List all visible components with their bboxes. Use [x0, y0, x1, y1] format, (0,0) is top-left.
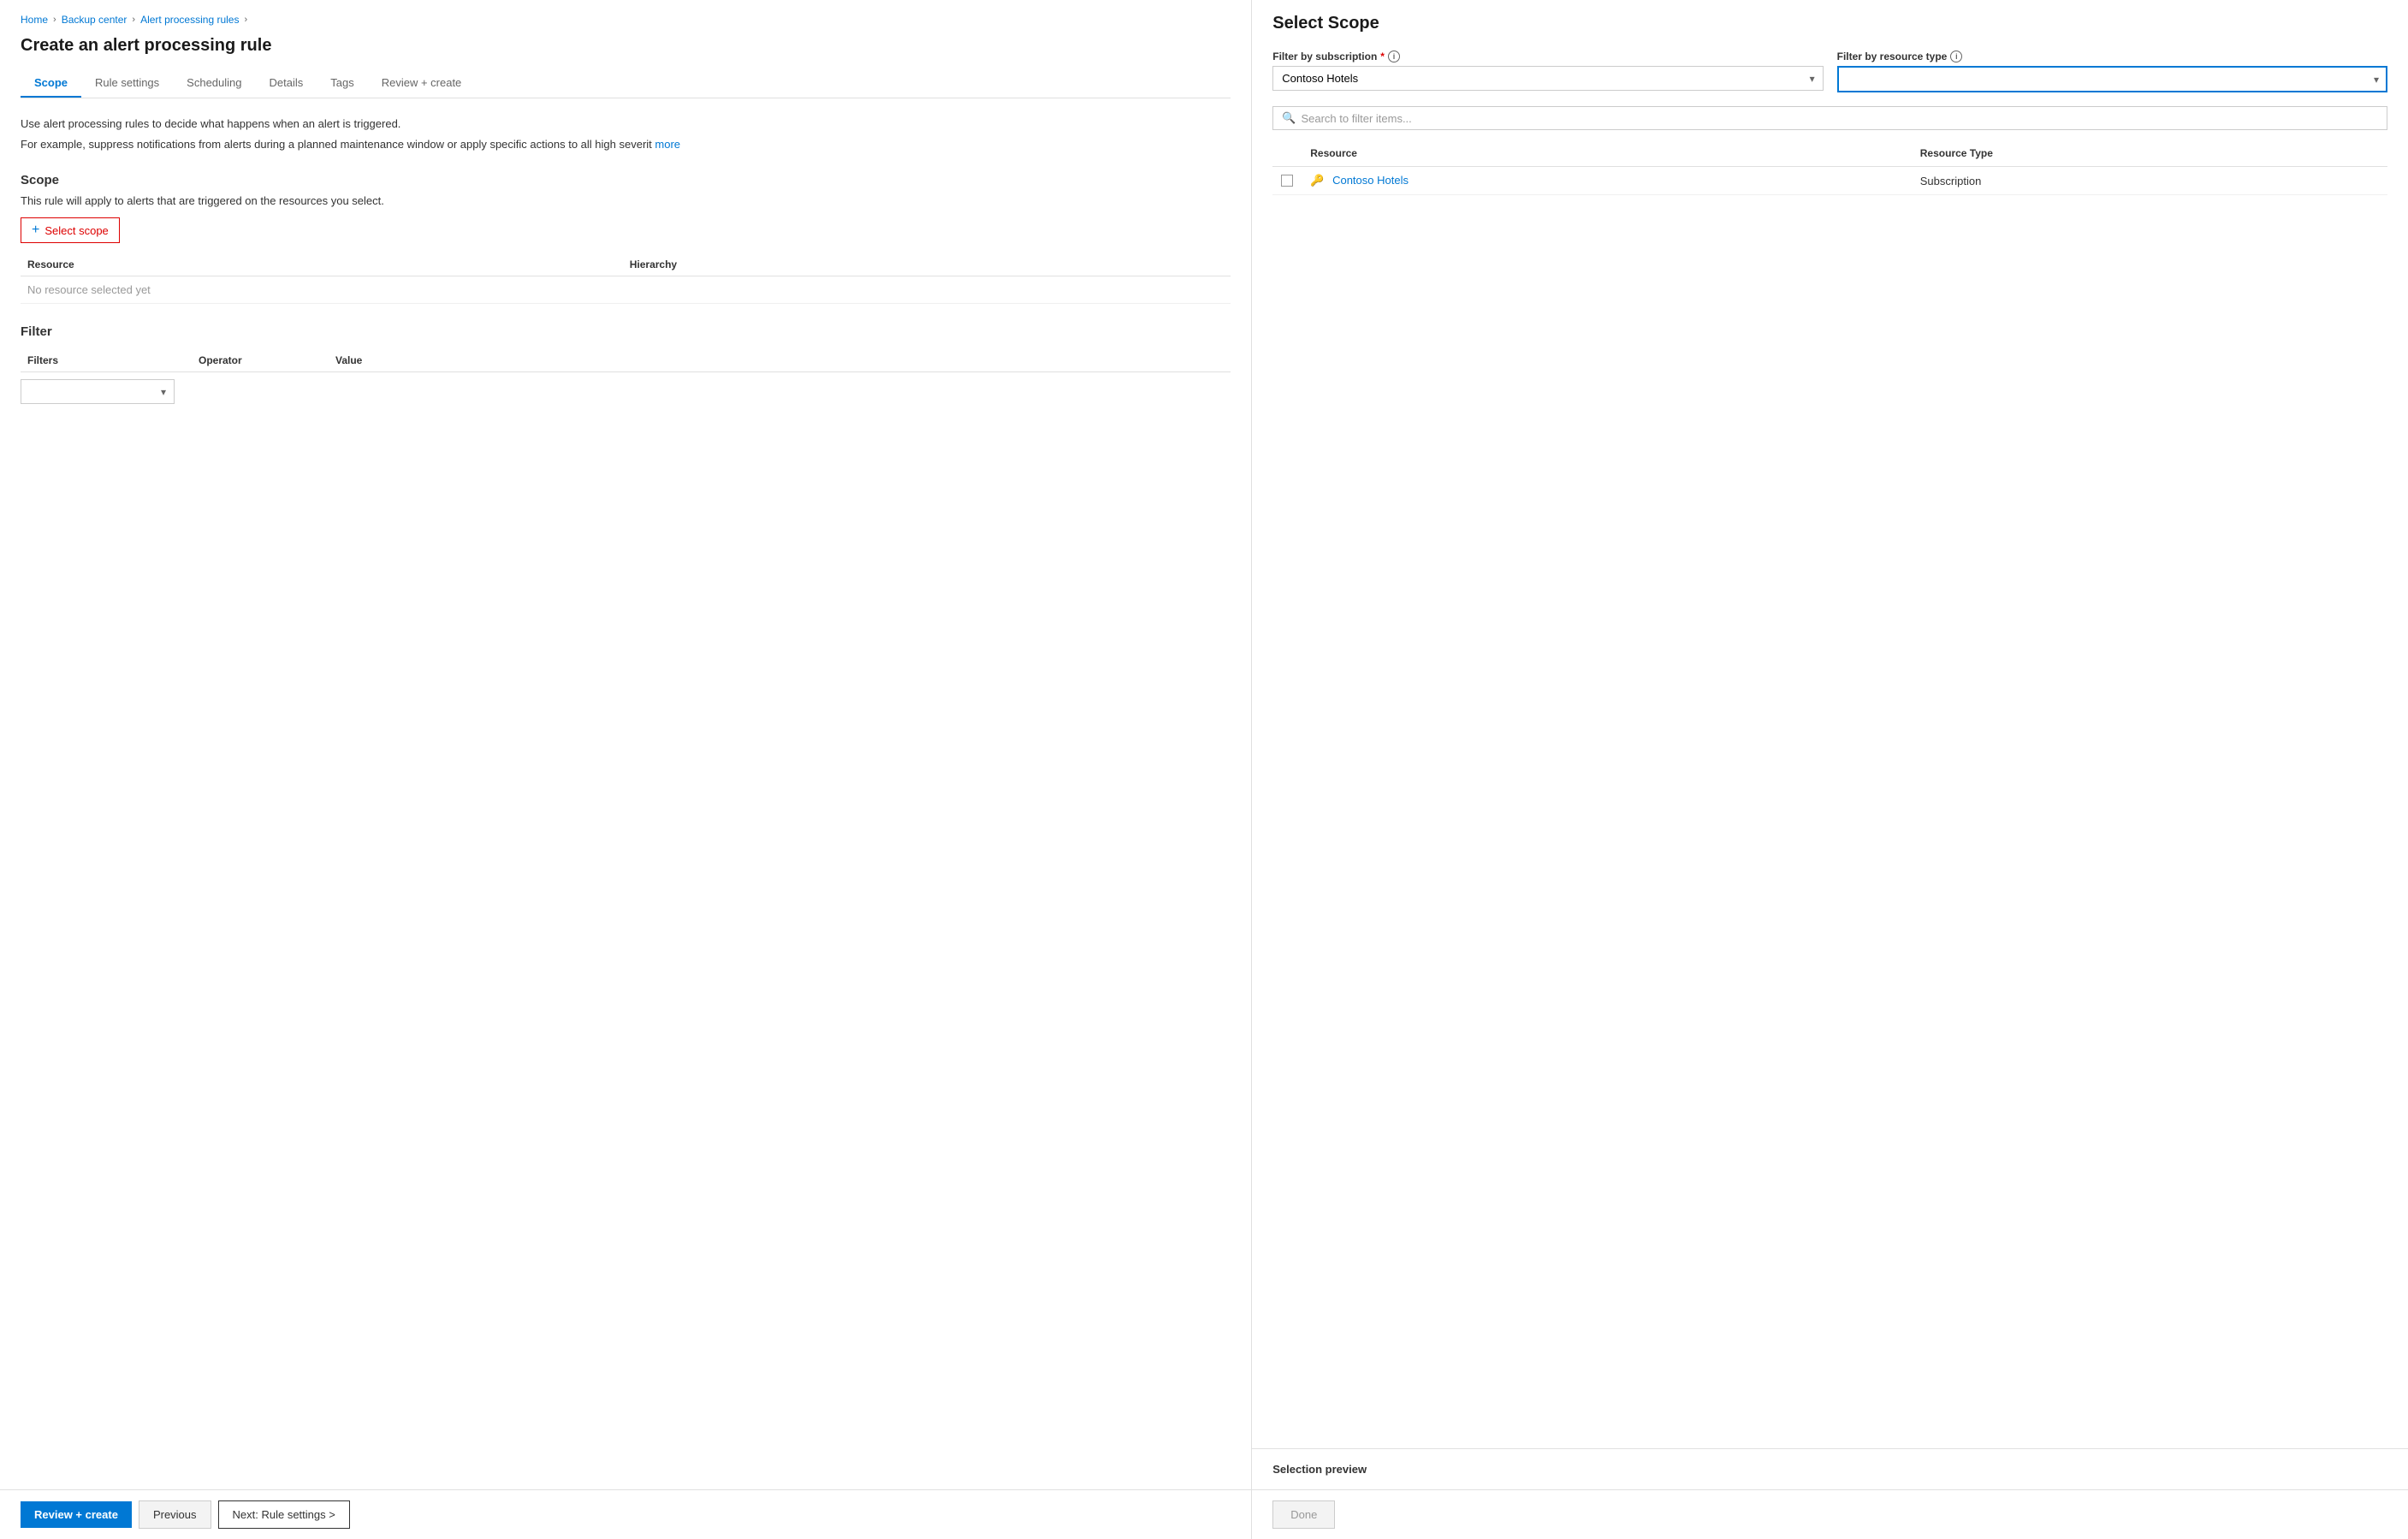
- hierarchy-col-header: Hierarchy: [623, 253, 1231, 276]
- select-scope-button[interactable]: + Select scope: [21, 217, 120, 243]
- resource-type-select[interactable]: [1837, 66, 2387, 92]
- resource-type-info-icon[interactable]: i: [1950, 51, 1962, 62]
- selection-preview: Selection preview: [1252, 1448, 2408, 1489]
- search-icon: 🔍: [1282, 111, 1296, 125]
- required-marker: *: [1380, 51, 1385, 62]
- filter-subscription-label-row: Filter by subscription * i: [1272, 51, 1823, 62]
- filter-row: ▾: [21, 372, 1231, 411]
- filter-headers: Filters Operator Value: [21, 349, 1231, 372]
- row-checkbox-cell: [1272, 167, 1302, 195]
- filter-resource-type-label-row: Filter by resource type i: [1837, 51, 2387, 62]
- filter-section-title: Filter: [21, 324, 1231, 339]
- plus-icon: +: [32, 223, 39, 238]
- scope-section: Scope This rule will apply to alerts tha…: [21, 173, 1231, 304]
- selection-preview-title: Selection preview: [1272, 1463, 1367, 1476]
- search-row: 🔍: [1272, 106, 2387, 130]
- done-button[interactable]: Done: [1272, 1500, 1335, 1529]
- value-col-header: Value: [329, 349, 1231, 372]
- filter-subscription-group: Filter by subscription * i Contoso Hotel…: [1272, 51, 1823, 92]
- scope-section-desc: This rule will apply to alerts that are …: [21, 194, 1231, 207]
- scope-section-title: Scope: [21, 173, 1231, 187]
- left-panel: Home › Backup center › Alert processing …: [0, 0, 1252, 1539]
- subscription-select[interactable]: Contoso Hotels: [1272, 66, 1823, 91]
- previous-button[interactable]: Previous: [139, 1500, 211, 1529]
- tab-scope[interactable]: Scope: [21, 69, 81, 98]
- search-input[interactable]: [1301, 112, 2378, 125]
- empty-row: No resource selected yet: [21, 276, 1231, 304]
- filters-select-wrap: ▾: [21, 379, 175, 404]
- resource-type-select-wrap: ▾: [1837, 66, 2387, 92]
- select-scope-label: Select scope: [44, 224, 108, 237]
- filter-subscription-label: Filter by subscription: [1272, 51, 1377, 62]
- subscription-info-icon[interactable]: i: [1388, 51, 1400, 62]
- filters-col-header: Filters: [21, 349, 192, 372]
- breadcrumb: Home › Backup center › Alert processing …: [21, 14, 1231, 26]
- breadcrumb-home[interactable]: Home: [21, 14, 48, 26]
- filters-select[interactable]: [21, 379, 175, 404]
- tab-review-create[interactable]: Review + create: [368, 69, 476, 98]
- breadcrumb-backup-center[interactable]: Backup center: [62, 14, 128, 26]
- scope-resource-table: Resource Hierarchy No resource selected …: [21, 253, 1231, 304]
- tab-details[interactable]: Details: [256, 69, 317, 98]
- page-title: Create an alert processing rule: [21, 36, 1231, 56]
- tabs-container: Scope Rule settings Scheduling Details T…: [21, 69, 1231, 98]
- subscription-icon: 🔑: [1310, 174, 1324, 187]
- row-checkbox[interactable]: [1281, 175, 1293, 187]
- resource-type-col-header: Resource Type: [1912, 140, 2387, 167]
- right-bottom-bar: Done: [1252, 1489, 2408, 1539]
- resource-col-header: Resource: [21, 253, 623, 276]
- row-resource-name: 🔑 Contoso Hotels: [1302, 167, 1912, 195]
- tab-tags[interactable]: Tags: [317, 69, 367, 98]
- description-line2: For example, suppress notifications from…: [21, 136, 1231, 153]
- right-panel: Select Scope Filter by subscription * i …: [1252, 0, 2408, 1539]
- operator-col-header: Operator: [192, 349, 329, 372]
- right-panel-title: Select Scope: [1272, 14, 2387, 33]
- filter-section: Filter Filters Operator Value ▾: [21, 324, 1231, 411]
- subscription-select-wrap: Contoso Hotels ▾: [1272, 66, 1823, 91]
- resource-name-link[interactable]: Contoso Hotels: [1332, 174, 1409, 187]
- resources-table: Resource Resource Type 🔑 Contoso Hotels: [1272, 140, 2387, 195]
- filter-resource-type-label: Filter by resource type: [1837, 51, 1948, 62]
- resource-col-header-right: Resource: [1302, 140, 1912, 167]
- breadcrumb-alert-rules[interactable]: Alert processing rules: [140, 14, 239, 26]
- row-resource-type: Subscription: [1912, 167, 2387, 195]
- more-link[interactable]: more: [655, 138, 680, 151]
- table-row: 🔑 Contoso Hotels Subscription: [1272, 167, 2387, 195]
- breadcrumb-sep-1: ›: [53, 15, 56, 25]
- empty-message: No resource selected yet: [21, 276, 1231, 304]
- breadcrumb-sep-2: ›: [132, 15, 135, 25]
- tab-scheduling[interactable]: Scheduling: [173, 69, 255, 98]
- tab-rule-settings[interactable]: Rule settings: [81, 69, 173, 98]
- review-create-button[interactable]: Review + create: [21, 1501, 132, 1528]
- next-button[interactable]: Next: Rule settings >: [218, 1500, 350, 1529]
- description-line1: Use alert processing rules to decide wha…: [21, 116, 1231, 133]
- left-bottom-bar: Review + create Previous Next: Rule sett…: [0, 1489, 1251, 1539]
- breadcrumb-sep-3: ›: [244, 15, 247, 25]
- filter-resource-type-group: Filter by resource type i ▾: [1837, 51, 2387, 92]
- right-filter-row: Filter by subscription * i Contoso Hotel…: [1272, 51, 2387, 92]
- checkbox-col-header: [1272, 140, 1302, 167]
